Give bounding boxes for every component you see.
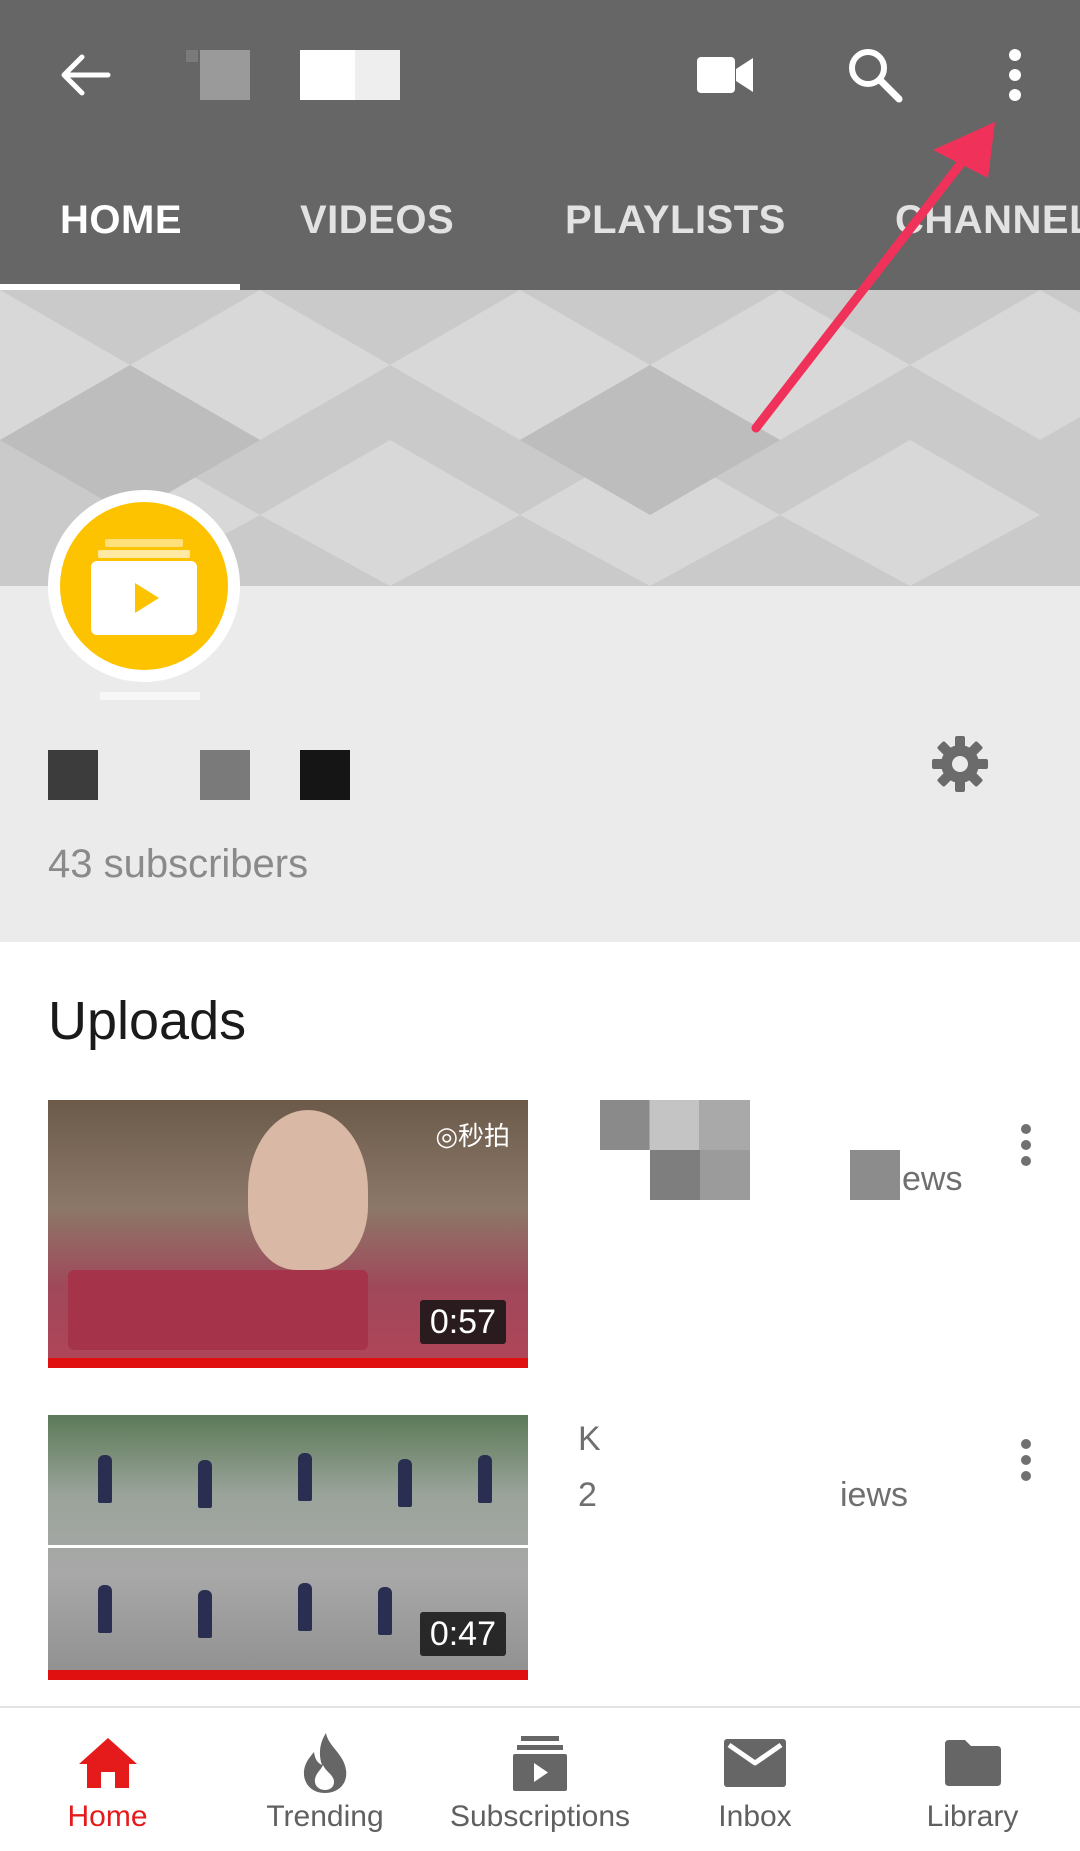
nav-home[interactable]: Home [30, 1708, 185, 1851]
gear-icon [932, 736, 988, 792]
thumbnail-figure [378, 1587, 392, 1635]
thumbnail-figure [198, 1460, 212, 1508]
home-icon [78, 1738, 137, 1788]
channel-name-pixelated [200, 750, 250, 800]
video-views: ews [902, 1160, 963, 1198]
more-options-button[interactable] [990, 35, 1040, 115]
nav-trending[interactable]: Trending [240, 1708, 410, 1851]
search-button[interactable] [830, 35, 920, 115]
channel-name-pixelated [186, 50, 198, 62]
video-camera-icon [697, 57, 753, 93]
watched-progress-bar [48, 1670, 528, 1680]
video-thumbnail[interactable]: 0:47 [48, 1415, 528, 1680]
upload-video-button[interactable] [680, 35, 770, 115]
nav-subscriptions[interactable]: Subscriptions [440, 1708, 640, 1851]
tab-home[interactable]: HOME [60, 198, 182, 243]
tab-videos[interactable]: VIDEOS [300, 198, 454, 243]
thumbnail-figure [98, 1585, 112, 1633]
nav-label: Library [926, 1800, 1019, 1833]
flame-icon [303, 1733, 347, 1793]
thumbnail-figure [478, 1455, 492, 1503]
nav-library[interactable]: Library [900, 1708, 1045, 1851]
channel-tabs: HOME VIDEOS PLAYLISTS CHANNEL [0, 150, 1080, 290]
more-vert-icon [1009, 49, 1021, 101]
subscriptions-icon [513, 1736, 567, 1791]
thumbnail-figure [298, 1583, 312, 1631]
thumbnail-watermark: ◎秒拍 [435, 1121, 510, 1151]
folder-icon [944, 1740, 1001, 1786]
watched-progress-bar [48, 1358, 528, 1368]
search-icon [849, 49, 903, 103]
more-vert-icon [1021, 1439, 1031, 1481]
tab-playlists[interactable]: PLAYLISTS [565, 198, 786, 243]
thumbnail-split [48, 1545, 528, 1548]
channel-name-pixelated [300, 750, 350, 800]
video-views: iews [840, 1476, 909, 1514]
nav-label: Trending [266, 1800, 384, 1833]
thumbnail-figure [248, 1110, 368, 1270]
video-title-pixelated [600, 1100, 750, 1150]
back-arrow-icon [61, 54, 111, 96]
channel-settings-button[interactable] [926, 730, 994, 798]
thumbnail-laptop [68, 1270, 368, 1350]
avatar-shadow [100, 692, 200, 700]
thumbnail-figure [298, 1453, 312, 1501]
video-menu-button[interactable] [1006, 1115, 1046, 1175]
video-title-pixelated [650, 1150, 750, 1200]
app-bar: HOME VIDEOS PLAYLISTS CHANNEL [0, 0, 1080, 290]
nav-label: Home [67, 1800, 148, 1833]
more-vert-icon [1021, 1124, 1031, 1166]
channel-title-pixelated [300, 50, 400, 100]
video-views-pixelated [850, 1150, 900, 1200]
mail-icon [724, 1739, 786, 1787]
channel-name-pixelated [48, 750, 98, 800]
thumbnail-figure [98, 1455, 112, 1503]
channel-name-pixelated [200, 50, 250, 100]
nav-inbox[interactable]: Inbox [680, 1708, 830, 1851]
bottom-navigation: Home Trending Subscriptions Inbox Librar… [0, 1706, 1080, 1851]
thumbnail-figure [198, 1590, 212, 1638]
channel-logo-icon [91, 539, 197, 635]
video-thumbnail[interactable]: ◎秒拍 0:57 [48, 1100, 528, 1368]
video-title: K [578, 1420, 601, 1458]
video-duration: 0:47 [419, 1612, 506, 1656]
thumbnail-figure [398, 1459, 412, 1507]
nav-label: Inbox [718, 1800, 792, 1833]
nav-label: Subscriptions [449, 1800, 631, 1833]
video-duration: 0:57 [419, 1300, 506, 1344]
back-button[interactable] [40, 35, 130, 115]
video-menu-button[interactable] [1006, 1430, 1046, 1490]
subscriber-count: 43 subscribers [48, 842, 309, 886]
uploads-section-title: Uploads [48, 991, 247, 1051]
tab-channels[interactable]: CHANNEL [895, 198, 1080, 243]
channel-avatar[interactable] [60, 502, 228, 670]
video-meta: 2 [578, 1476, 597, 1514]
toolbar [0, 0, 1080, 150]
